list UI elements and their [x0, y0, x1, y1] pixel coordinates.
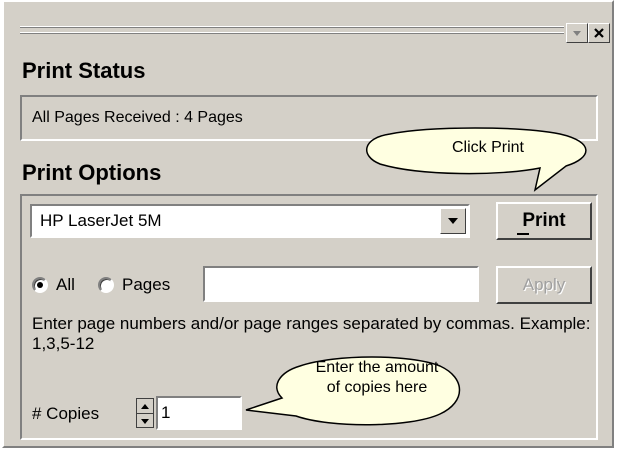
copies-callout-text-line2: of copies here	[326, 379, 428, 396]
print-callout-text: Click Print	[451, 139, 524, 156]
copies-callout-text-line1: Enter the amount	[315, 359, 439, 376]
